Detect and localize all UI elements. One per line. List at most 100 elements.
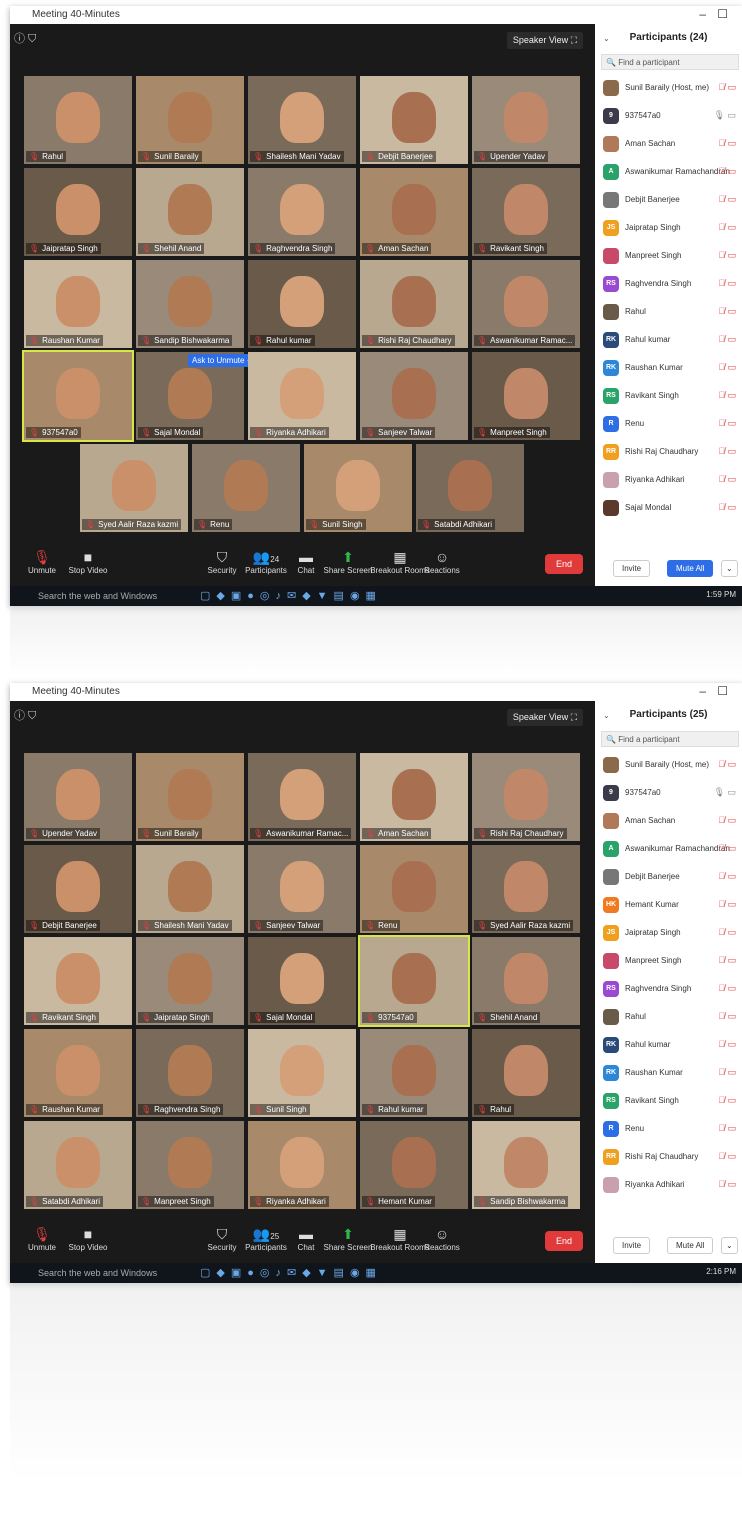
video-tile[interactable]: 🎙 Aswanikumar Ramac... <box>472 260 580 348</box>
video-tile[interactable]: 🎙 Upender Yadav <box>24 753 132 841</box>
mic-muted-icon[interactable]: 🎙̸ ▭ <box>718 871 736 882</box>
participant-row[interactable]: Manpreet Singh 🎙̸ ▭ <box>595 244 742 268</box>
invite-button[interactable]: Invite <box>613 560 651 577</box>
info-shield-icon[interactable]: ⓘ ⛉ <box>14 30 36 46</box>
video-tile[interactable]: 🎙 Sunil Baraily <box>136 76 244 164</box>
video-tile[interactable]: 🎙 Syed Aalir Raza kazmi <box>472 845 580 933</box>
video-tile[interactable]: 🎙 937547a0 <box>22 350 134 442</box>
video-tile[interactable]: 🎙 Raushan Kumar <box>24 260 132 348</box>
mic-muted-icon[interactable]: 🎙̸ ▭ <box>718 82 736 93</box>
video-tile[interactable]: 🎙 Renu <box>192 444 300 532</box>
video-tile[interactable]: 🎙 Raghvendra Singh <box>136 1029 244 1117</box>
reactions-button[interactable]: ☺ Reactions <box>412 1225 472 1252</box>
more-button[interactable]: ⌄ <box>721 1237 738 1254</box>
video-tile[interactable]: 🎙 Satabdi Adhikari <box>416 444 524 532</box>
video-tile[interactable]: 🎙 Sajal Mondal <box>248 937 356 1025</box>
video-tile[interactable]: 🎙 Sanjeev Talwar <box>248 845 356 933</box>
mic-muted-icon[interactable]: 🎙̸ ▭ <box>718 955 736 966</box>
mic-muted-icon[interactable]: 🎙̸ ▭ <box>718 983 736 994</box>
participant-row[interactable]: JS Jaipratap Singh 🎙̸ ▭ <box>595 921 742 945</box>
mic-muted-icon[interactable]: 🎙̸ ▭ <box>718 502 736 513</box>
mic-muted-icon[interactable]: 🎙̸ ▭ <box>718 1011 736 1022</box>
mic-muted-icon[interactable]: 🎙̸ ▭ <box>718 418 736 429</box>
taskbar-search[interactable]: Search the web and Windows <box>38 591 157 601</box>
mic-muted-icon[interactable]: 🎙̸ ▭ <box>718 446 736 457</box>
mic-muted-icon[interactable]: 🎙̸ ▭ <box>718 1039 736 1050</box>
taskbar-apps-icon[interactable]: ▢◆▣●◎♪✉◆▼▤◉▦ <box>200 589 382 602</box>
participant-row[interactable]: JS Jaipratap Singh 🎙̸ ▭ <box>595 216 742 240</box>
participant-row[interactable]: 9 937547a0 🎙 ▭ <box>595 781 742 805</box>
video-tile[interactable]: 🎙 Sandip Bishwakarma <box>472 1121 580 1209</box>
video-tile[interactable]: 🎙 Sanjeev Talwar <box>360 352 468 440</box>
mic-muted-icon[interactable]: 🎙̸ ▭ <box>718 1179 736 1190</box>
mic-on-icon[interactable]: 🎙 ▭ <box>714 787 736 798</box>
speaker-view-button[interactable]: Speaker View ⛶ <box>506 709 583 726</box>
video-tile[interactable]: 🎙 Jaipratap Singh <box>24 168 132 256</box>
participant-row[interactable]: Riyanka Adhikari 🎙̸ ▭ <box>595 1173 742 1197</box>
mic-muted-icon[interactable]: 🎙̸ ▭ <box>718 1151 736 1162</box>
video-tile[interactable]: 🎙 Satabdi Adhikari <box>24 1121 132 1209</box>
video-tile[interactable]: 🎙 Rishi Raj Chaudhary <box>472 753 580 841</box>
video-tile[interactable]: 🎙 Rishi Raj Chaudhary <box>360 260 468 348</box>
video-tile[interactable]: 🎙 Raghvendra Singh <box>248 168 356 256</box>
mic-muted-icon[interactable]: 🎙̸ ▭ <box>718 222 736 233</box>
end-button[interactable]: End <box>544 554 583 574</box>
video-tile[interactable]: 🎙 Shehil Anand <box>136 168 244 256</box>
video-tile[interactable]: 🎙 Aman Sachan <box>360 753 468 841</box>
participant-row[interactable]: RR Rishi Raj Chaudhary 🎙̸ ▭ <box>595 1145 742 1169</box>
mic-muted-icon[interactable]: 🎙̸ ▭ <box>718 278 736 289</box>
participant-row[interactable]: Aman Sachan 🎙̸ ▭ <box>595 809 742 833</box>
video-tile[interactable]: 🎙 Raushan Kumar <box>24 1029 132 1117</box>
mic-muted-icon[interactable]: 🎙̸ ▭ <box>718 390 736 401</box>
speaker-view-button[interactable]: Speaker View ⛶ <box>506 32 583 49</box>
minimize-icon[interactable]: – <box>699 7 706 21</box>
video-tile[interactable]: 🎙 937547a0 <box>358 935 470 1027</box>
mic-muted-icon[interactable]: 🎙̸ ▭ <box>718 899 736 910</box>
taskbar-search[interactable]: Search the web and Windows <box>38 1268 157 1278</box>
video-tile[interactable]: 🎙 Sandip Bishwakarma <box>136 260 244 348</box>
mic-on-icon[interactable]: 🎙 ▭ <box>714 110 736 121</box>
find-participant-input[interactable]: 🔍 Find a participant <box>601 731 739 747</box>
stop-video-button[interactable]: ■ Stop Video <box>58 548 118 575</box>
mic-muted-icon[interactable]: 🎙̸ ▭ <box>718 334 736 345</box>
mic-muted-icon[interactable]: 🎙̸ ▭ <box>718 815 736 826</box>
participant-row[interactable]: RS Ravikant Singh 🎙̸ ▭ <box>595 1089 742 1113</box>
mic-muted-icon[interactable]: 🎙̸ ▭ <box>718 843 736 854</box>
participant-row[interactable]: RS Ravikant Singh 🎙̸ ▭ <box>595 384 742 408</box>
mic-muted-icon[interactable]: 🎙̸ ▭ <box>718 759 736 770</box>
video-tile[interactable]: 🎙 Debjit Banerjee <box>24 845 132 933</box>
stop-video-button[interactable]: ■ Stop Video <box>58 1225 118 1252</box>
video-tile[interactable]: 🎙 Aswanikumar Ramac... <box>248 753 356 841</box>
participant-row[interactable]: RK Rahul kumar 🎙̸ ▭ <box>595 1033 742 1057</box>
mic-muted-icon[interactable]: 🎙̸ ▭ <box>718 1123 736 1134</box>
taskbar-apps-icon[interactable]: ▢◆▣●◎♪✉◆▼▤◉▦ <box>200 1266 382 1279</box>
share-screen-button[interactable]: ⬆ Share Screen <box>318 548 378 575</box>
maximize-icon[interactable]: ☐ <box>717 7 728 21</box>
video-tile[interactable]: 🎙 Jaipratap Singh <box>136 937 244 1025</box>
share-screen-button[interactable]: ⬆ Share Screen <box>318 1225 378 1252</box>
video-tile[interactable]: 🎙 Syed Aalir Raza kazmi <box>80 444 188 532</box>
participant-row[interactable]: HK Hemant Kumar 🎙̸ ▭ <box>595 893 742 917</box>
participant-row[interactable]: RK Raushan Kumar 🎙̸ ▭ <box>595 356 742 380</box>
info-shield-icon[interactable]: ⓘ ⛉ <box>14 707 36 723</box>
minimize-icon[interactable]: – <box>699 684 706 698</box>
video-tile[interactable]: 🎙 Riyanka Adhikari <box>248 1121 356 1209</box>
video-tile[interactable]: 🎙 Ravikant Singh <box>472 168 580 256</box>
participant-row[interactable]: Riyanka Adhikari 🎙̸ ▭ <box>595 468 742 492</box>
maximize-icon[interactable]: ☐ <box>717 684 728 698</box>
mic-muted-icon[interactable]: 🎙̸ ▭ <box>718 250 736 261</box>
video-tile[interactable]: 🎙 Ravikant Singh <box>24 937 132 1025</box>
mic-muted-icon[interactable]: 🎙̸ ▭ <box>718 474 736 485</box>
participant-row[interactable]: RS Raghvendra Singh 🎙̸ ▭ <box>595 272 742 296</box>
participant-row[interactable]: Rahul 🎙̸ ▭ <box>595 1005 742 1029</box>
participant-row[interactable]: RK Rahul kumar 🎙̸ ▭ <box>595 328 742 352</box>
end-button[interactable]: End <box>544 1231 583 1251</box>
mic-muted-icon[interactable]: 🎙̸ ▭ <box>718 138 736 149</box>
invite-button[interactable]: Invite <box>613 1237 651 1254</box>
video-tile[interactable]: 🎙 Rahul <box>472 1029 580 1117</box>
participant-row[interactable]: A Aswanikumar Ramachandran 🎙̸ ▭ <box>595 160 742 184</box>
mic-muted-icon[interactable]: 🎙̸ ▭ <box>718 166 736 177</box>
video-tile[interactable]: 🎙 Debjit Banerjee <box>360 76 468 164</box>
mic-muted-icon[interactable]: 🎙̸ ▭ <box>718 194 736 205</box>
find-participant-input[interactable]: 🔍 Find a participant <box>601 54 739 70</box>
